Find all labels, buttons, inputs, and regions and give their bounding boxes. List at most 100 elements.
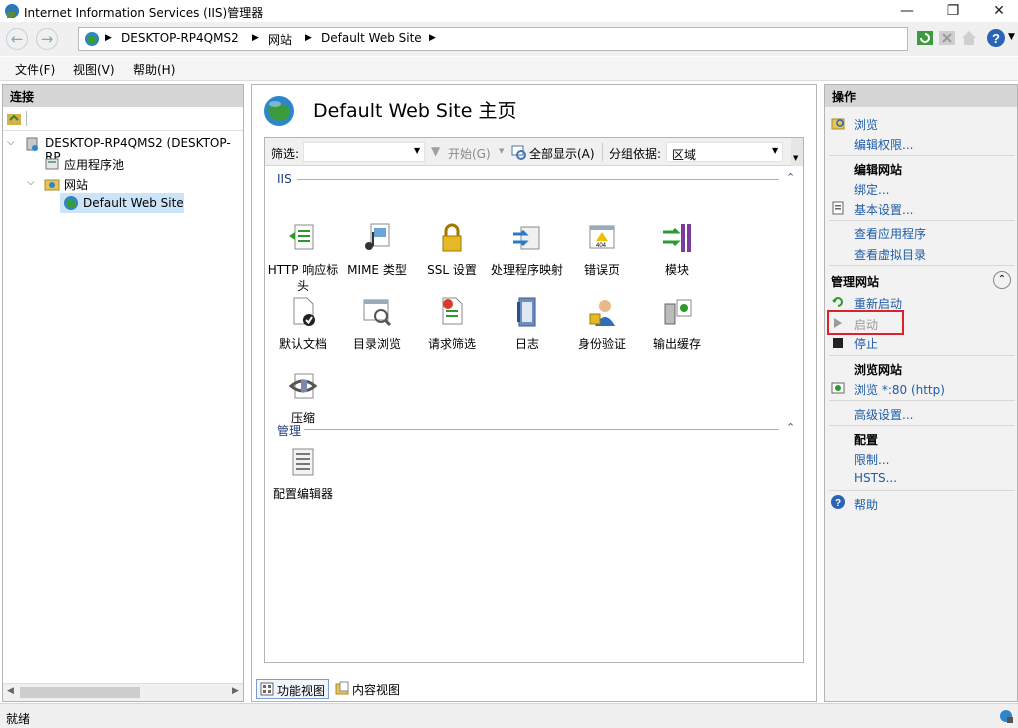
menu-help[interactable]: 帮助(H) <box>133 61 175 78</box>
overflow-arrow-icon[interactable]: ▼ <box>793 154 798 162</box>
feature-directory-browsing[interactable]: 目录浏览 <box>339 296 415 352</box>
action-view-virtual-directories[interactable]: 查看虚拟目录 <box>854 246 926 263</box>
feature-default-document[interactable]: 默认文档 <box>265 296 341 352</box>
home-icon[interactable] <box>960 29 978 47</box>
group-by-select[interactable]: 区域 ▼ <box>666 142 783 162</box>
stop-icon[interactable] <box>938 29 956 47</box>
scrollbar-thumb[interactable] <box>20 687 140 698</box>
action-browse-port-80[interactable]: 浏览 *:80 (http) <box>854 381 945 398</box>
feature-logging[interactable]: 日志 <box>489 296 565 352</box>
server-icon <box>26 137 38 151</box>
feature-authentication[interactable]: 身份验证 <box>564 296 640 352</box>
action-start[interactable]: 启动 <box>854 316 878 333</box>
actions-header-configure: 配置 <box>854 433 879 447</box>
action-view-applications[interactable]: 查看应用程序 <box>854 225 926 242</box>
address-bar[interactable]: ▶ DESKTOP-RP4QMS2 ▶ 网站 ▶ Default Web Sit… <box>78 27 908 51</box>
feature-request-filtering[interactable]: 请求筛选 <box>414 296 490 352</box>
main-panel: Default Web Site 主页 筛选: ▼ ▼ 开始(G) ▼ 全部显示… <box>251 84 817 702</box>
request-filtering-icon <box>442 297 463 325</box>
feature-http-response-headers[interactable]: HTTP 响应标头 <box>265 222 341 294</box>
feature-configuration-editor[interactable]: 配置编辑器 <box>265 446 341 502</box>
breadcrumb-default-site[interactable]: Default Web Site <box>321 31 422 45</box>
status-text: 就绪 <box>6 712 31 726</box>
handler-mappings-icon <box>513 226 540 250</box>
scroll-left-icon[interactable]: ◀ <box>7 686 14 696</box>
filter-input[interactable]: ▼ <box>303 142 425 162</box>
network-status-icon <box>1000 710 1013 723</box>
actions-divider <box>829 490 1015 491</box>
restart-icon <box>832 297 843 307</box>
breadcrumb-server[interactable]: DESKTOP-RP4QMS2 <box>121 31 239 45</box>
help-icon[interactable]: ? <box>986 28 1006 48</box>
authentication-icon <box>589 300 615 326</box>
action-stop[interactable]: 停止 <box>854 335 878 352</box>
features-pane: 筛选: ▼ ▼ 开始(G) ▼ 全部显示(A) 分组依据: 区域 ▼ ▼ IIS… <box>264 137 804 663</box>
section-header-manage: 管理 <box>277 424 302 438</box>
action-bindings[interactable]: 绑定... <box>854 181 889 198</box>
scroll-right-icon[interactable]: ▶ <box>232 686 239 696</box>
feature-modules[interactable]: 模块 <box>639 222 715 278</box>
feature-label: 目录浏览 <box>352 337 401 351</box>
tab-feature-view[interactable]: 功能视图 <box>256 679 329 699</box>
menu-file[interactable]: 文件(F) <box>15 61 55 78</box>
show-all-button[interactable]: 全部显示(A) <box>529 145 595 162</box>
breadcrumb-sites[interactable]: 网站 <box>268 31 292 48</box>
feature-label: 身份验证 <box>577 337 626 351</box>
globe-icon <box>64 196 78 210</box>
actions-divider <box>829 355 1015 356</box>
feature-output-caching[interactable]: 输出缓存 <box>639 296 715 352</box>
close-button[interactable]: ✕ <box>976 0 1018 22</box>
back-arrow-icon[interactable]: ← <box>6 28 28 50</box>
feature-handler-mappings[interactable]: 处理程序映射 <box>489 222 565 278</box>
output-caching-icon <box>664 299 692 325</box>
toolbar-overflow[interactable]: ▼ <box>791 138 803 166</box>
content-view-icon <box>335 681 349 695</box>
menu-view[interactable]: 视图(V) <box>73 61 115 78</box>
connect-icon[interactable] <box>6 111 22 127</box>
action-limits[interactable]: 限制... <box>854 451 889 468</box>
collapse-manage-site-icon[interactable]: ⌃ <box>993 271 1011 289</box>
action-hsts[interactable]: HSTS... <box>854 471 897 485</box>
collapse-server-icon[interactable]: ⌵ <box>7 137 15 148</box>
filter-toolbar: 筛选: ▼ ▼ 开始(G) ▼ 全部显示(A) 分组依据: 区域 ▼ ▼ <box>265 138 803 166</box>
breadcrumb-separator: ▶ <box>305 33 312 43</box>
toolbar-divider <box>602 143 603 161</box>
tree-item-sites[interactable]: 网站 <box>64 176 88 193</box>
action-browse[interactable]: 浏览 <box>854 116 878 133</box>
feature-label: 请求筛选 <box>427 337 476 351</box>
svg-text:?: ? <box>992 31 1000 46</box>
svg-text:404: 404 <box>596 243 607 249</box>
tree-item-app-pools[interactable]: 应用程序池 <box>64 156 124 173</box>
forward-arrow-icon[interactable]: → <box>36 28 58 50</box>
collapse-sites-icon[interactable]: ⌵ <box>27 177 35 188</box>
tab-content-view[interactable]: 内容视图 <box>333 679 405 699</box>
action-basic-settings[interactable]: 基本设置... <box>854 201 913 218</box>
feature-label: 输出缓存 <box>652 337 701 351</box>
actions-panel: 操作 浏览 编辑权限... 编辑网站 绑定... 基本设置... 查看应用程序 … <box>824 84 1018 702</box>
action-advanced-settings[interactable]: 高级设置... <box>854 406 913 423</box>
tree-item-label: Default Web Site <box>83 196 184 210</box>
section-divider <box>304 429 779 430</box>
tree-item-default-site[interactable]: Default Web Site <box>60 193 184 213</box>
feature-mime-types[interactable]: MIME 类型 <box>339 222 415 278</box>
sites-folder-icon <box>44 179 60 191</box>
feature-compression[interactable]: 压缩 <box>265 370 341 426</box>
collapse-manage-icon[interactable]: ⌃ <box>786 421 795 434</box>
help-dropdown-icon[interactable]: ▼ <box>1008 32 1015 42</box>
feature-error-pages[interactable]: 404 错误页 <box>564 222 640 278</box>
filter-label: 筛选: <box>271 147 300 161</box>
start-dropdown-icon[interactable]: ▼ <box>499 147 504 155</box>
maximize-button[interactable]: ❐ <box>930 0 976 22</box>
feature-ssl-settings[interactable]: SSL 设置 <box>414 222 490 278</box>
collapse-iis-icon[interactable]: ⌃ <box>786 171 795 184</box>
horizontal-scrollbar[interactable]: ◀ ▶ <box>3 683 243 701</box>
actions-header-browse-site: 浏览网站 <box>854 363 903 377</box>
directory-browsing-icon <box>363 299 392 327</box>
refresh-icon[interactable] <box>916 29 934 47</box>
start-button[interactable]: 开始(G) <box>448 145 491 162</box>
action-help[interactable]: 帮助 <box>854 496 878 513</box>
browse-folder-icon <box>831 118 845 130</box>
minimize-button[interactable]: — <box>884 0 930 22</box>
action-edit-permissions[interactable]: 编辑权限... <box>854 136 913 153</box>
breadcrumb-separator: ▶ <box>105 33 112 43</box>
